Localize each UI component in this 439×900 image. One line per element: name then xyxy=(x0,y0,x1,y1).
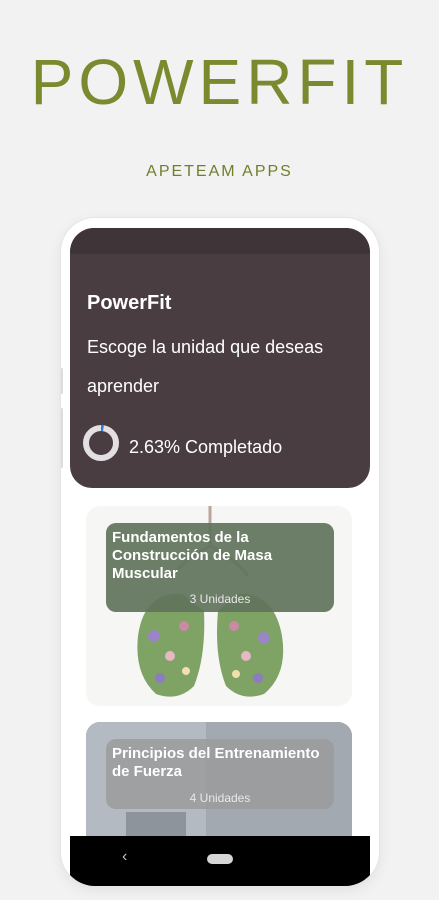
brand-title: POWERFIT xyxy=(30,46,409,118)
app-subtitle: Escoge la unidad que deseas aprender xyxy=(87,337,324,396)
developer-name: APETEAM APPS xyxy=(146,163,293,180)
phone-side-button xyxy=(61,408,63,468)
card-label: Fundamentos de la Construcción de Masa M… xyxy=(106,523,334,612)
back-chevron-icon[interactable]: ‹ xyxy=(122,848,127,866)
app-title: PowerFit xyxy=(87,292,172,314)
unit-card[interactable]: Fundamentos de la Construcción de Masa M… xyxy=(86,506,352,706)
status-bar xyxy=(70,228,370,254)
home-pill-icon[interactable] xyxy=(207,854,233,864)
progress-ring xyxy=(83,425,119,461)
navigation-bar: ‹ xyxy=(70,836,370,886)
progress-label: 2.63% Completado xyxy=(129,437,283,457)
card-title: Principios del Entrenamiento de Fuerza xyxy=(112,745,320,780)
phone-frame: PowerFit Escoge la unidad que deseas apr… xyxy=(61,218,379,886)
card-units: 3 Unidades xyxy=(189,592,251,606)
card-units: 4 Unidades xyxy=(189,791,251,805)
progress-ring-track xyxy=(83,425,119,461)
card-title: Fundamentos de la Construcción de Masa M… xyxy=(112,529,273,582)
app-header: PowerFit Escoge la unidad que deseas apr… xyxy=(70,228,370,488)
card-label: Principios del Entrenamiento de Fuerza 4… xyxy=(106,739,334,809)
phone-side-button xyxy=(61,368,63,394)
app-screen: PowerFit Escoge la unidad que deseas apr… xyxy=(70,228,370,886)
